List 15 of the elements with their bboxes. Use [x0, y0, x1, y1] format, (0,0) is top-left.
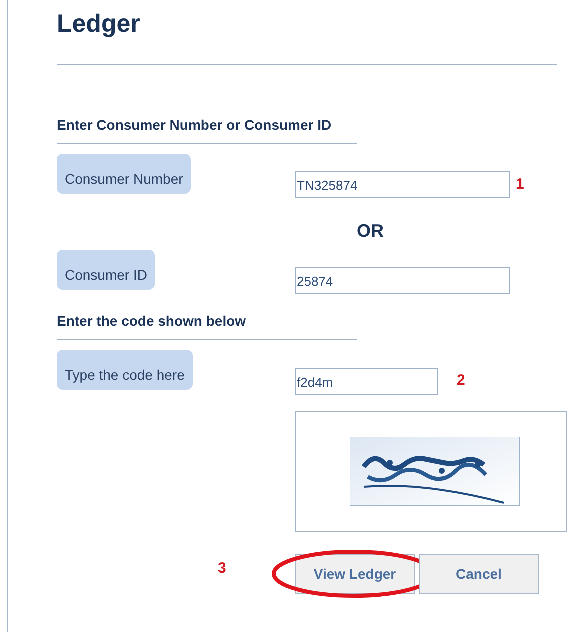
input-field[interactable]: f2d4m — [295, 368, 438, 395]
page-title: Ledger — [57, 9, 142, 39]
step-number: 2 — [457, 372, 466, 388]
input-field[interactable]: TN325874 — [295, 171, 510, 198]
step-number: 1 — [516, 176, 524, 192]
field-label: Type the code here — [57, 350, 193, 390]
input-field[interactable]: 25874 — [295, 267, 510, 294]
section-heading: Enter Consumer Number or Consumer ID — [57, 116, 333, 134]
field-label: Consumer ID — [57, 250, 156, 290]
action-button[interactable]: Cancel — [419, 554, 539, 594]
section-heading: Enter the code shown below — [57, 312, 248, 330]
step-number: 3 — [218, 560, 226, 577]
field-label: Consumer Number — [57, 154, 192, 194]
or-separator: OR — [357, 221, 384, 241]
action-button[interactable]: View Ledger — [295, 554, 415, 594]
